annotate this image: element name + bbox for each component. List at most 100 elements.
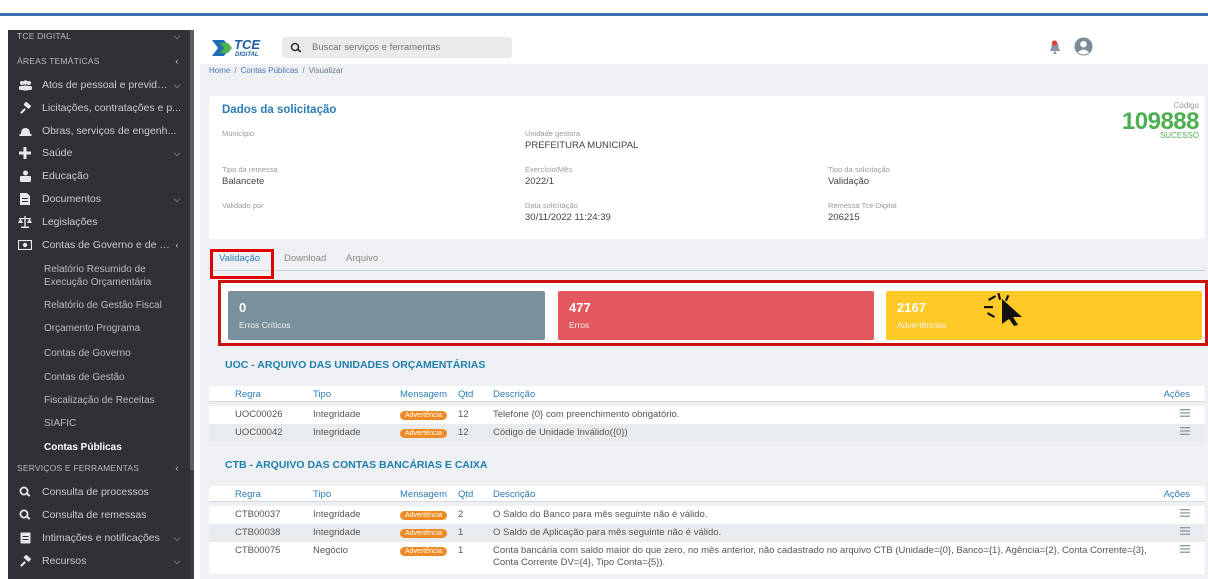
column-header-descricao[interactable]: Descrição [493,389,1173,401]
column-header-acoes: Ações [1163,489,1190,500]
card-title: Dados da solicitação [222,104,337,116]
column-header-mensagem[interactable]: Mensagem [400,489,447,500]
sidebar-tool-consulta-remessas[interactable]: Consulta de remessas [8,505,190,525]
sidebar-subitem-orcamento[interactable]: Orçamento Programa [8,321,190,335]
sidebar-subitem-label: Fiscalização de Receitas [44,394,155,406]
sidebar-item-contas[interactable]: Contas de Governo e de Ge... ‹ [8,234,190,256]
list-actions-icon[interactable] [1180,527,1190,535]
chevron-down-icon: ⌵ [173,30,181,41]
sidebar-subitem-rgf[interactable]: Relatório de Gestão Fiscal [8,298,190,312]
tce-digital-logo[interactable]: TCE DIGITAL [210,36,268,58]
sidebar-header-tce-digital[interactable]: TCE DIGITAL ⌵ [8,30,190,42]
breadcrumb-current: Visualizar [308,66,344,75]
advertencia-badge: Advertência [400,529,447,538]
document-icon [18,531,32,545]
sidebar-subitem-label: Contas de Gestão [44,371,125,383]
column-header-descricao[interactable]: Descrição [493,489,1173,501]
breadcrumb-separator: / [234,66,237,75]
sidebar-item-licitacoes[interactable]: Licitações, contratações e p... [8,97,190,119]
cell-regra: CTB00038 [235,527,281,538]
advertencia-badge: Advertência [400,429,447,438]
sidebar-subitem-label: Relatório de Gestão Fiscal [44,299,162,311]
erros-criticos-count: 0 [239,300,247,315]
search-icon [18,508,32,522]
chevron-left-icon: ‹ [175,463,179,473]
sidebar-subitem-contas-gestao[interactable]: Contas de Gestão [8,370,190,384]
column-header-qtd[interactable]: Qtd [458,489,473,500]
cell-regra: CTB00075 [235,545,281,556]
cell-tipo: Negócio [313,545,348,556]
sidebar-item-saude[interactable]: Saúde ⌵ [8,142,190,164]
gavel-icon [18,554,32,568]
search-icon [290,42,302,53]
tab-bar: Validação Download Arquivo [209,249,1205,279]
cell-descricao: O Saldo do Banco para mês seguinte não é… [493,509,708,520]
tab-validacao[interactable]: Validação [219,253,260,264]
table-row: UOC00042 Integridade Advertência 12 Códi… [209,424,1205,442]
tab-arquivo[interactable]: Arquivo [346,253,378,264]
sidebar-item-obras[interactable]: Obras, serviços de engenh... [8,120,190,142]
cell-regra: UOC00026 [235,409,283,420]
sidebar-subitem-contas-publicas[interactable]: Contas Públicas [8,440,190,454]
sidebar-tool-intimacoes[interactable]: Intimações e notificações ⌵ [8,528,190,548]
sidebar-subitem-rreo[interactable]: Relatório Resumido de Execução Orçamentá… [8,262,190,290]
breadcrumb-home-link[interactable]: Home [209,66,230,75]
erros-card[interactable]: 477 Erros [558,291,874,340]
table-row: CTB00075 Negócio Advertência 1 Conta ban… [209,542,1205,574]
sidebar-item-label: Licitações, contratações e p... [42,102,181,114]
sidebar-header-servicos[interactable]: SERVIÇOS E FERRAMENTAS ‹ [8,460,190,476]
erros-count: 477 [569,300,591,315]
tab-download[interactable]: Download [284,253,326,264]
list-actions-icon[interactable] [1180,509,1190,517]
field-tipo-remessa: Tipo da remessa Balancete [222,165,278,187]
sidebar-tool-recursos[interactable]: Recursos ⌵ [8,551,190,571]
column-header-mensagem[interactable]: Mensagem [400,389,447,400]
breadcrumb-section-link[interactable]: Contas Públicas [241,66,299,75]
list-actions-icon[interactable] [1180,427,1190,435]
advertencias-card[interactable]: 2167 Advertências [886,291,1202,340]
sidebar-subitem-label: Orçamento Programa [44,322,141,334]
logo-text: TCE [234,37,260,52]
sidebar-header-areas[interactable]: ÁREAS TEMÁTICAS ‹ [8,50,190,72]
column-header-qtd[interactable]: Qtd [458,389,473,400]
sidebar-item-atos[interactable]: Atos de pessoal e previdên... ⌵ [8,74,190,96]
chevron-down-icon: ⌵ [173,79,181,90]
sidebar-subitem-siafic[interactable]: SIAFIC [8,416,190,430]
field-data-solicitacao: Data solicitação 30/11/2022 11:24:39 [525,201,611,223]
notification-bell-icon[interactable] [1047,39,1063,55]
erros-criticos-card[interactable]: 0 Erros Críticos [228,291,545,340]
cell-descricao: Telefone {0} com preenchimento obrigatór… [493,409,680,420]
cell-descricao: O Saldo de Aplicação para mês seguinte n… [493,527,722,538]
sidebar-scrollbar[interactable] [190,30,194,579]
sidebar-item-legislacoes[interactable]: Legislações [8,211,190,233]
search-box[interactable] [282,37,512,58]
column-header-regra[interactable]: Regra [235,489,261,500]
sidebar-subitem-contas-governo[interactable]: Contas de Governo [8,346,190,360]
sidebar-subitem-fiscalizacao[interactable]: Fiscalização de Receitas [8,393,190,407]
sidebar-item-educacao[interactable]: Educação [8,165,190,187]
user-avatar-icon[interactable] [1074,37,1093,56]
sidebar-scrollbar-thumb[interactable] [190,30,194,470]
erros-criticos-label: Erros Críticos [239,320,291,330]
sidebar-item-documentos[interactable]: Documentos ⌵ [8,188,190,210]
column-header-tipo[interactable]: Tipo [313,389,331,400]
breadcrumb-separator: / [302,66,305,75]
field-value: PREFEITURA MUNICIPAL [525,140,639,151]
field-value: Validação [828,176,870,187]
table-header: Regra Tipo Mensagem Qtd Descrição Ações [209,386,1205,402]
document-icon [18,192,32,206]
table-row: CTB00037 Integridade Advertência 2 O Sal… [209,506,1205,524]
section-title-uoc: UOC - ARQUIVO DAS UNIDADES ORÇAMENTÁRIAS [225,359,486,371]
column-header-regra[interactable]: Regra [235,389,261,400]
table-header: Regra Tipo Mensagem Qtd Descrição Ações [209,486,1205,502]
list-actions-icon[interactable] [1180,545,1190,553]
sidebar-tool-consulta-processos[interactable]: Consulta de processos [8,482,190,502]
cell-tipo: Integridade [313,409,361,420]
money-icon [18,238,32,252]
cell-regra: CTB00037 [235,509,281,520]
column-header-tipo[interactable]: Tipo [313,489,331,500]
list-actions-icon[interactable] [1180,409,1190,417]
search-input[interactable] [312,42,502,53]
cell-descricao: Código de Unidade Inválido({0}) [493,427,628,438]
request-details-card: Dados da solicitação Código 109888 SUCES… [209,96,1205,239]
